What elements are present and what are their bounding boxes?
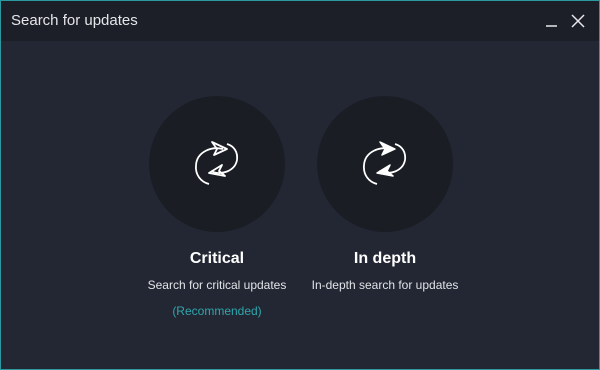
in-depth-option-description: In-depth search for updates bbox=[311, 278, 459, 292]
critical-icon-circle[interactable] bbox=[149, 96, 285, 232]
update-search-window: Search for updates Critical Search for c… bbox=[0, 0, 600, 370]
minimize-button[interactable] bbox=[542, 11, 562, 31]
minimize-icon bbox=[546, 25, 557, 27]
recommended-note: (Recommended) bbox=[172, 304, 262, 318]
in-depth-icon-circle[interactable] bbox=[317, 96, 453, 232]
in-depth-update-option[interactable]: In depth In-depth search for updates bbox=[300, 96, 470, 292]
close-icon bbox=[571, 14, 585, 28]
refresh-filled-icon bbox=[363, 141, 407, 185]
in-depth-option-title: In depth bbox=[353, 250, 417, 267]
title-bar: Search for updates bbox=[1, 1, 599, 41]
critical-option-description: Search for critical updates bbox=[147, 278, 287, 292]
close-button[interactable] bbox=[568, 11, 588, 31]
critical-option-title: Critical bbox=[189, 250, 245, 267]
refresh-outline-icon bbox=[195, 141, 239, 185]
window-title: Search for updates bbox=[11, 12, 138, 29]
critical-update-option[interactable]: Critical Search for critical updates (Re… bbox=[132, 96, 302, 318]
